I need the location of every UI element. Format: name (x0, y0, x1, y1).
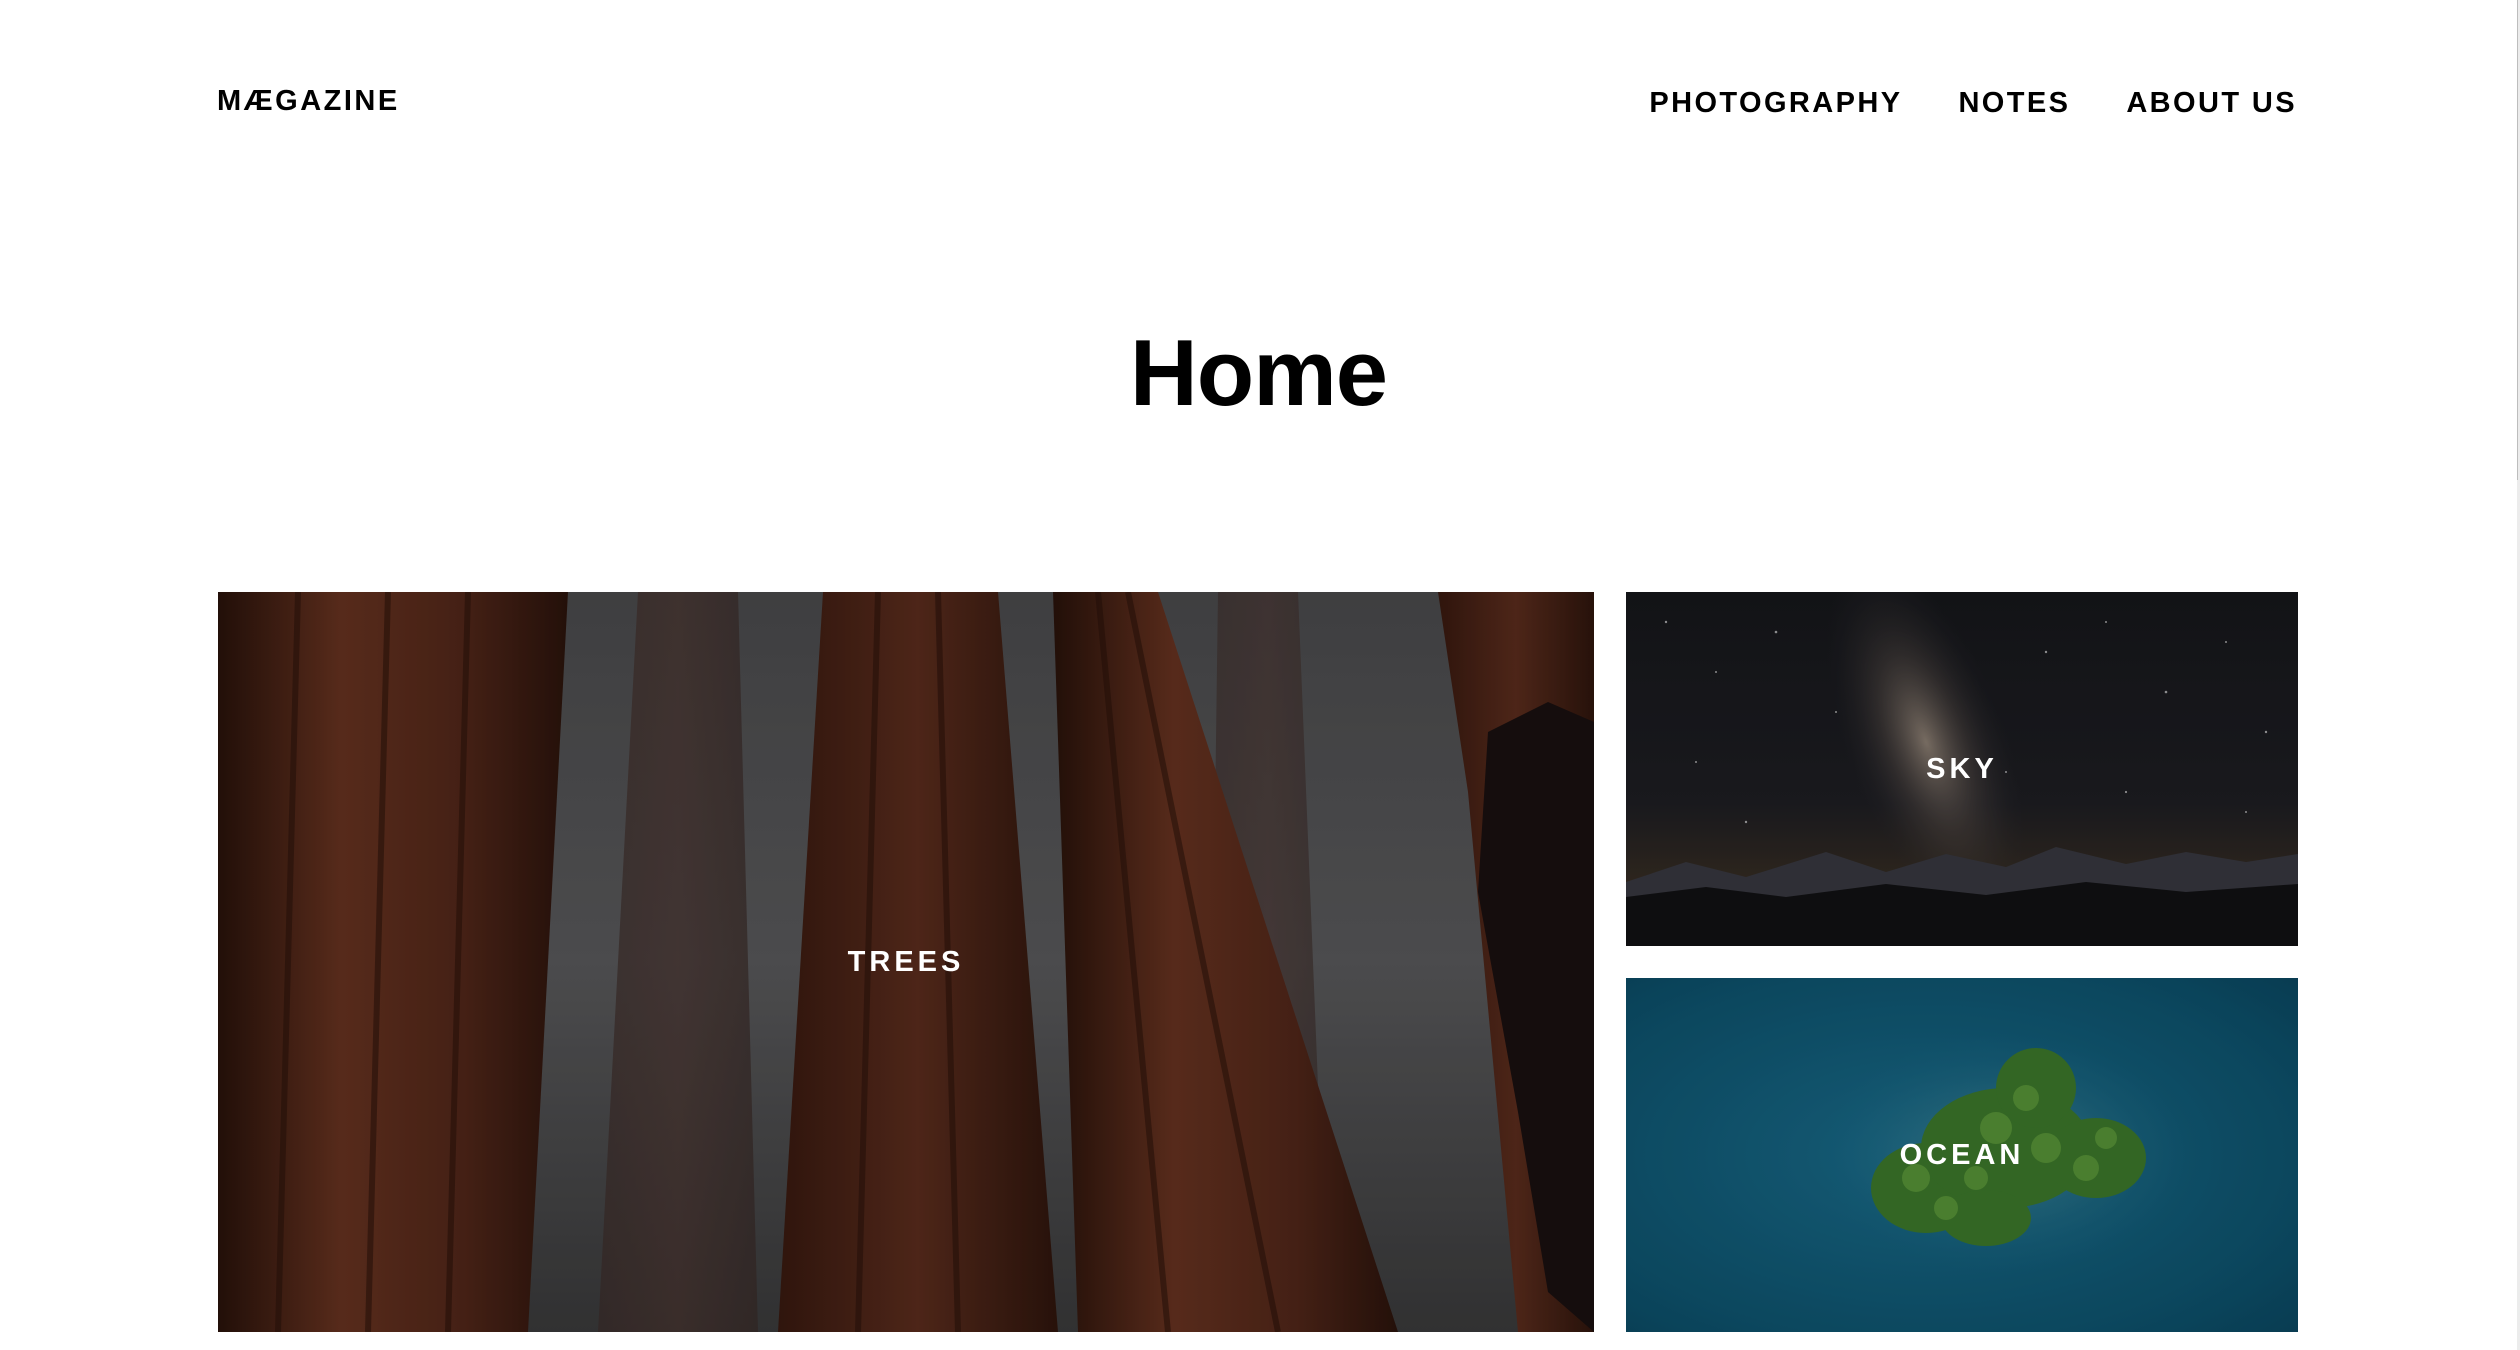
tile-label-ocean: OCEAN (1899, 1139, 2025, 1171)
page: MÆGAZINE PHOTOGRAPHY NOTES ABOUT US Home (0, 0, 2520, 1350)
tile-ocean[interactable]: OCEAN (1626, 978, 2298, 1332)
nav-item-photography[interactable]: PHOTOGRAPHY (1649, 86, 1902, 120)
tile-trees[interactable]: TREES (218, 592, 1594, 1332)
main-nav: PHOTOGRAPHY NOTES ABOUT US (1593, 86, 2297, 120)
nav-item-notes[interactable]: NOTES (1958, 86, 2070, 120)
page-title: Home (1129, 320, 1388, 425)
tile-sky[interactable]: SKY (1626, 592, 2298, 946)
nav-item-about-us[interactable]: ABOUT US (2126, 86, 2297, 120)
tile-label-sky: SKY (1926, 753, 1998, 785)
tile-label-trees: TREES (847, 946, 965, 978)
site-logo[interactable]: MÆGAZINE (217, 84, 400, 118)
